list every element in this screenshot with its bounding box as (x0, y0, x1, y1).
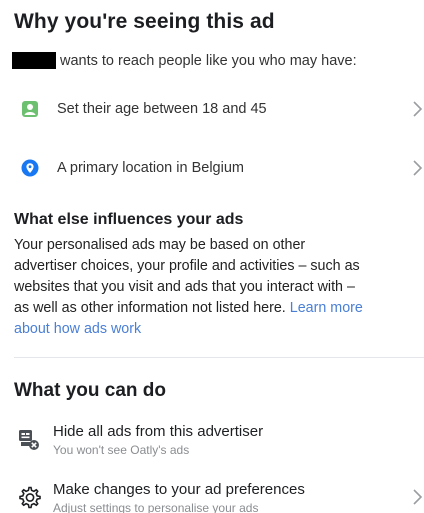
influences-line-with-link: as well as other information not listed … (14, 298, 424, 319)
person-card-icon (21, 100, 39, 118)
location-pin-icon (21, 159, 39, 177)
actions-heading: What you can do (14, 380, 166, 401)
section-divider (14, 357, 424, 358)
hide-advertiser-action[interactable]: Hide all ads from this advertiser You wo… (0, 420, 424, 460)
criteria-location-row[interactable]: A primary location in Belgium (0, 148, 424, 188)
influences-heading: What else influences your ads (14, 211, 244, 228)
ad-preferences-title: Make changes to your ad preferences (53, 481, 305, 498)
chevron-right-icon (413, 160, 423, 176)
learn-more-link[interactable]: Learn more (290, 300, 363, 316)
ad-explanation-page: Why you're seeing this ad wants to reach… (0, 0, 424, 513)
intro-text: wants to reach people like you who may h… (60, 52, 357, 69)
hide-advertiser-subtitle: You won't see Oatly's ads (53, 443, 190, 457)
chevron-right-icon (413, 101, 423, 117)
influences-line-text: as well as other information not listed … (14, 300, 290, 316)
ad-preferences-action[interactable]: Make changes to your ad preferences Adju… (0, 478, 424, 513)
criteria-age-row[interactable]: Set their age between 18 and 45 (0, 89, 424, 129)
criteria-location-label: A primary location in Belgium (57, 160, 244, 176)
hide-advertiser-title: Hide all ads from this advertiser (53, 423, 264, 440)
chevron-right-icon (413, 489, 423, 505)
ad-preferences-subtitle: Adjust settings to personalise your ads (53, 501, 259, 513)
influences-line: Your personalised ads may be based on ot… (14, 237, 306, 253)
influences-line: websites that you visit and ads that you… (14, 279, 355, 295)
hide-ad-icon (16, 426, 42, 452)
page-title: Why you're seeing this ad (14, 10, 275, 33)
criteria-age-label: Set their age between 18 and 45 (57, 101, 267, 117)
learn-more-link-continued[interactable]: about how ads work (14, 319, 424, 340)
redacted-advertiser-name (12, 52, 56, 69)
advertiser-intro: wants to reach people like you who may h… (12, 52, 357, 69)
influences-line: advertiser choices, your profile and act… (14, 258, 360, 274)
gear-icon (16, 484, 42, 510)
influences-paragraph: Your personalised ads may be based on ot… (14, 235, 424, 340)
